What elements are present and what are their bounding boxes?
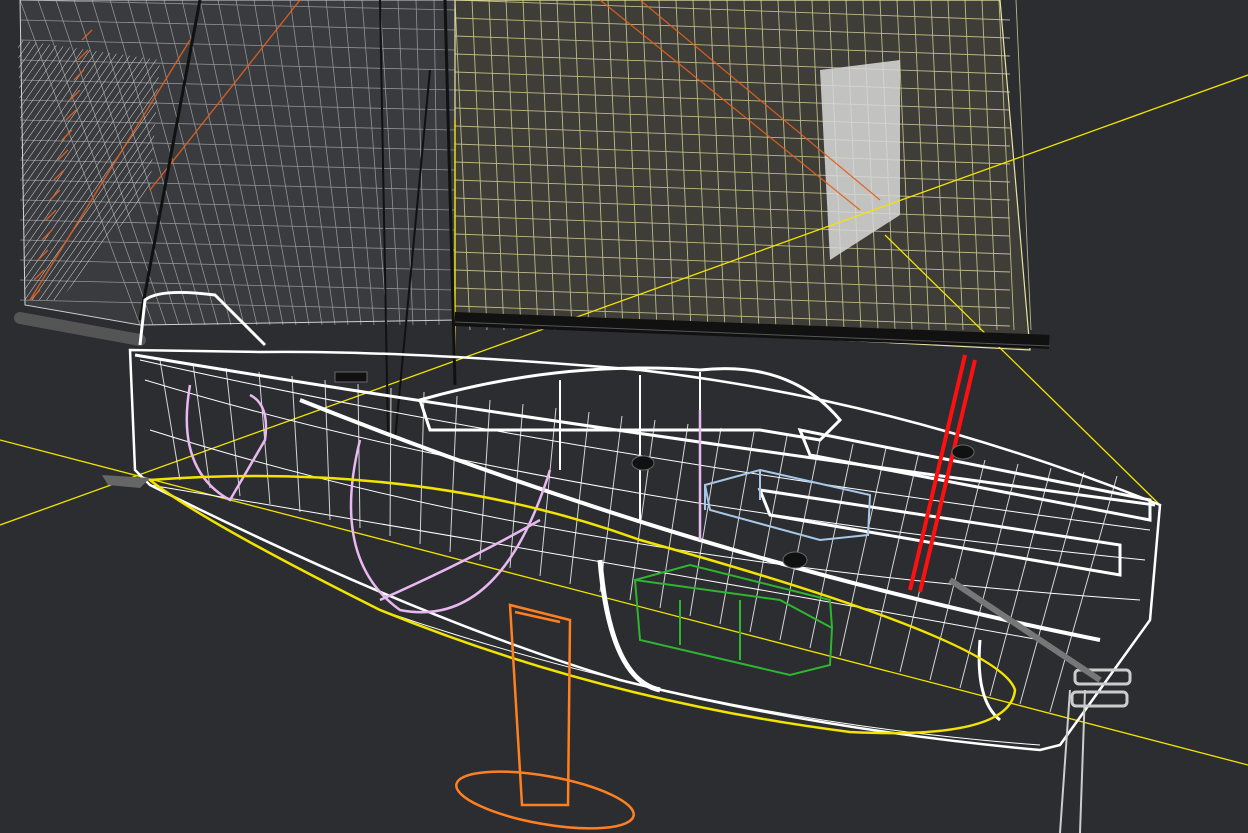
mesh-line (449, 395, 458, 553)
mesh-line (659, 423, 689, 609)
mesh-line (479, 399, 491, 561)
waterline (146, 474, 1017, 735)
mesh-line (291, 375, 301, 513)
boat-wireframe-render (0, 0, 1248, 833)
rudder (948, 577, 1132, 833)
mesh-line (869, 451, 920, 665)
mesh-line (324, 379, 331, 521)
3d-viewport[interactable] (0, 0, 1248, 833)
mesh-line (989, 467, 1052, 697)
tank-green (633, 563, 834, 677)
mesh-line (159, 359, 181, 481)
mesh-line (192, 363, 211, 489)
headsail-mesh (454, 0, 1032, 351)
keel-bulb (455, 770, 635, 830)
mainsail-mesh (18, 0, 459, 326)
internal-frames (185, 384, 702, 614)
mesh-line (599, 415, 623, 593)
mesh-line (959, 463, 1019, 689)
mesh-line (629, 419, 656, 601)
hull-wireframe (128, 348, 1162, 752)
mesh-line (389, 387, 392, 537)
mesh-line (749, 435, 788, 633)
